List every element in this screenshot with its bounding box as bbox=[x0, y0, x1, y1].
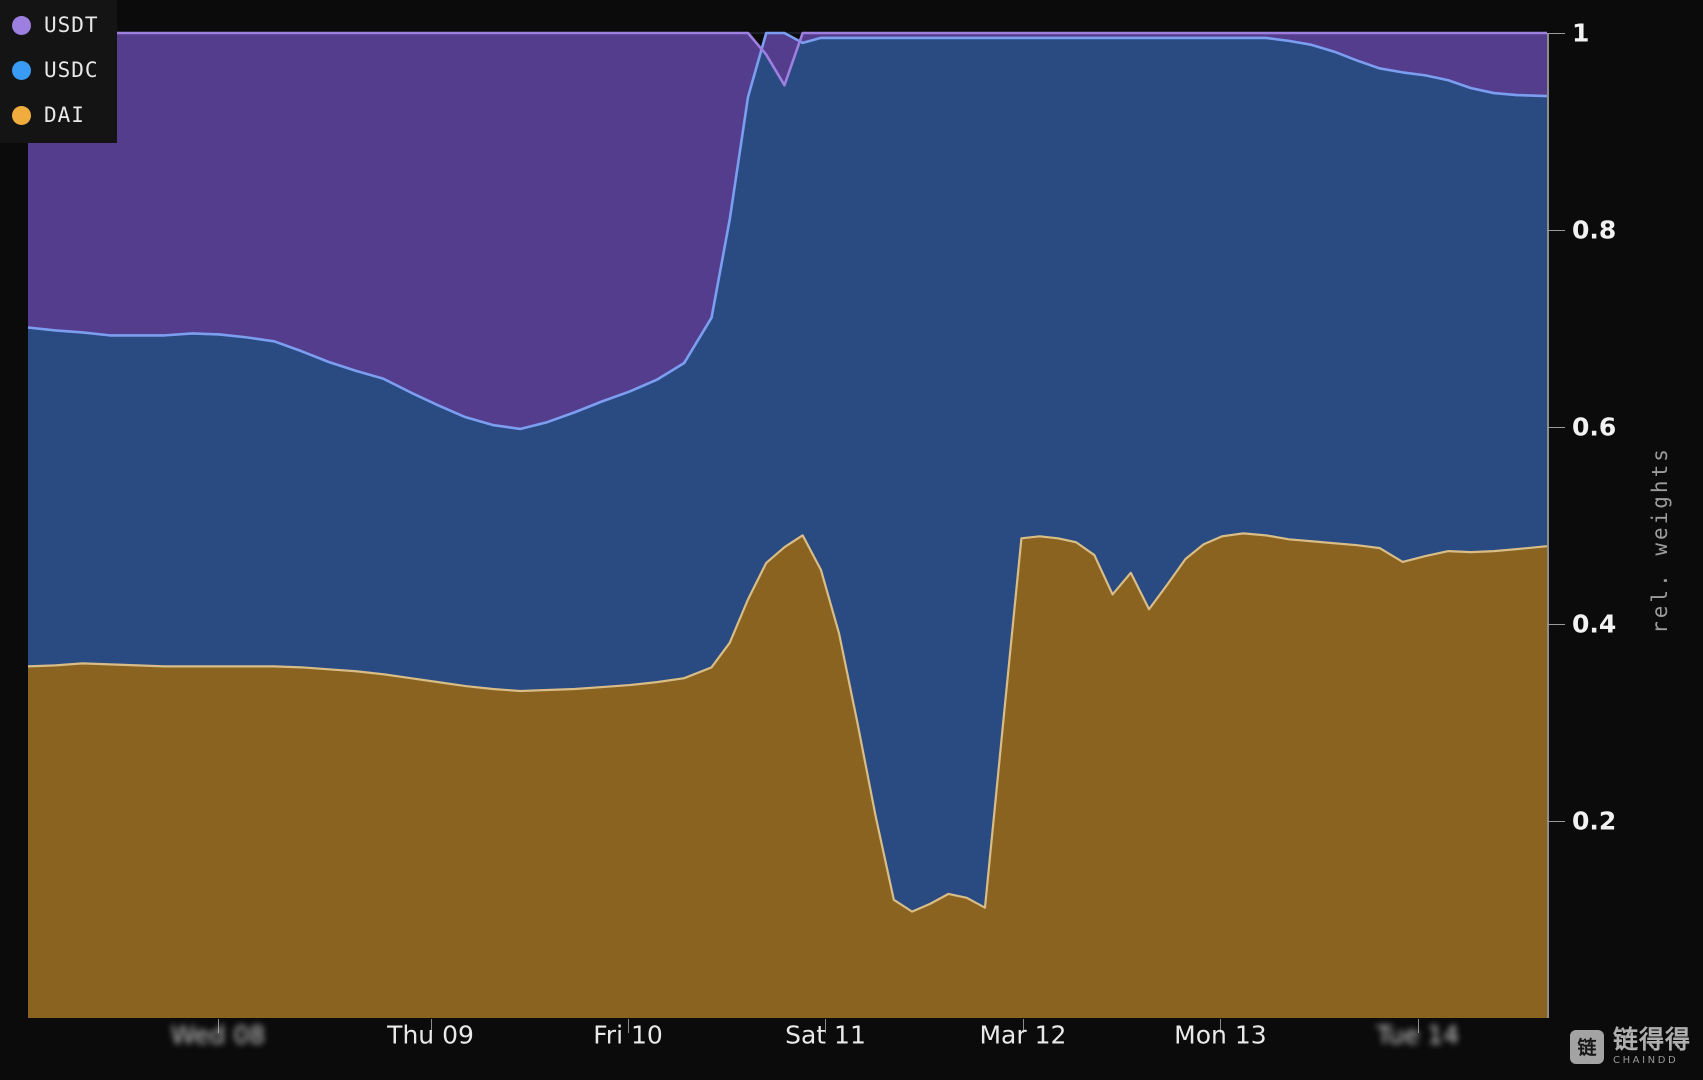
x-tick-label: Tue 14 bbox=[1376, 1020, 1460, 1050]
legend-item-dai[interactable]: DAI bbox=[0, 100, 117, 130]
y-tick-mark bbox=[1547, 33, 1565, 34]
y-tick-mark bbox=[1547, 821, 1565, 822]
chart-legend[interactable]: USDT USDC DAI bbox=[0, 0, 117, 143]
watermark: 链 链得得 CHAINDD bbox=[1569, 1027, 1691, 1066]
y-tick-label: 0.2 bbox=[1572, 806, 1617, 836]
y-axis-line bbox=[1547, 33, 1549, 1018]
y-tick-mark bbox=[1547, 427, 1565, 428]
x-tick-label: Mar 12 bbox=[979, 1020, 1067, 1050]
y-tick-label: 0.6 bbox=[1572, 412, 1617, 442]
legend-label-dai: DAI bbox=[44, 103, 85, 127]
y-tick-label: 1 bbox=[1572, 18, 1590, 48]
watermark-en: CHAINDD bbox=[1612, 1055, 1679, 1066]
x-tick-label: Sat 11 bbox=[785, 1020, 866, 1050]
y-axis-title: rel. weights bbox=[1648, 446, 1672, 634]
legend-swatch-usdc bbox=[12, 60, 31, 80]
y-tick-mark bbox=[1547, 230, 1565, 231]
y-tick-label: 0.8 bbox=[1572, 215, 1617, 245]
series-areas bbox=[28, 33, 1547, 1018]
legend-swatch-usdt bbox=[12, 15, 31, 35]
legend-label-usdc: USDC bbox=[44, 58, 99, 82]
y-tick-mark bbox=[1547, 624, 1565, 625]
x-tick-label: Thu 09 bbox=[387, 1020, 474, 1050]
stacked-area-chart: 0.2 0.4 0.6 0.8 1 Wed 08 Thu 09 Fri 10 Sat 11 Ma… bbox=[0, 0, 1703, 1080]
watermark-logo-icon: 链 bbox=[1569, 1029, 1604, 1064]
legend-item-usdt[interactable]: USDT bbox=[0, 10, 117, 40]
x-tick-label: Wed 08 bbox=[170, 1020, 266, 1050]
legend-item-usdc[interactable]: USDC bbox=[0, 55, 117, 85]
legend-swatch-dai bbox=[12, 105, 31, 125]
y-tick-label: 0.4 bbox=[1572, 609, 1617, 639]
watermark-cn: 链得得 bbox=[1612, 1025, 1691, 1054]
plot-area bbox=[27, 31, 1548, 1018]
x-tick-label: Fri 10 bbox=[593, 1020, 663, 1050]
watermark-text: 链得得 CHAINDD bbox=[1613, 1027, 1691, 1066]
legend-label-usdt: USDT bbox=[44, 13, 99, 37]
x-tick-label: Mon 13 bbox=[1174, 1020, 1267, 1050]
plot-svg bbox=[27, 31, 1548, 1018]
